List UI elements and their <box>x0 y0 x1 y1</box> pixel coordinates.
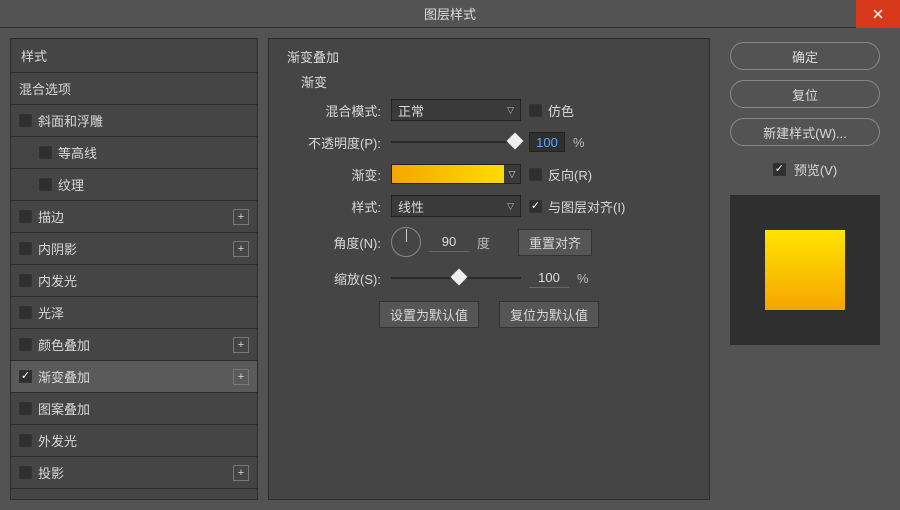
sidebar-item-label: 投影 <box>38 463 64 482</box>
style-checkbox[interactable] <box>19 210 32 223</box>
sidebar-item-9[interactable]: 图案叠加 <box>11 393 257 425</box>
preview-checkbox[interactable] <box>773 163 786 176</box>
gradient-style-value: 线性 <box>398 197 424 216</box>
gradient-swatch[interactable]: ▽ <box>391 164 521 184</box>
blend-mode-select[interactable]: 正常 ▽ <box>391 99 521 121</box>
angle-label: 角度(N): <box>287 233 391 252</box>
dither-checkbox[interactable] <box>529 104 542 117</box>
right-column: 确定 复位 新建样式(W)... 预览(V) <box>720 38 890 500</box>
style-label: 样式: <box>287 197 391 216</box>
style-checkbox[interactable] <box>19 402 32 415</box>
reset-default-button[interactable]: 复位为默认值 <box>499 301 599 328</box>
add-effect-button[interactable]: + <box>233 241 249 257</box>
sidebar-item-label: 描边 <box>38 207 64 226</box>
gradient-style-select[interactable]: 线性 ▽ <box>391 195 521 217</box>
angle-input[interactable] <box>429 232 469 252</box>
reverse-checkbox[interactable] <box>529 168 542 181</box>
percent-unit: % <box>573 135 585 150</box>
sidebar-item-label: 光泽 <box>38 303 64 322</box>
sidebar-item-label: 纹理 <box>58 175 84 194</box>
style-checkbox[interactable] <box>19 370 32 383</box>
scale-input[interactable] <box>529 268 569 288</box>
blend-mode-value: 正常 <box>398 101 424 120</box>
sidebar-item-11[interactable]: 投影 + <box>11 457 257 489</box>
preview-swatch <box>765 230 845 310</box>
close-button[interactable] <box>856 0 900 28</box>
add-effect-button[interactable]: + <box>233 465 249 481</box>
new-style-button[interactable]: 新建样式(W)... <box>730 118 880 146</box>
reset-align-button[interactable]: 重置对齐 <box>518 229 592 256</box>
opacity-label: 不透明度(P): <box>287 133 391 152</box>
chevron-down-icon: ▽ <box>507 105 514 116</box>
sidebar-item-6[interactable]: 光泽 <box>11 297 257 329</box>
style-checkbox[interactable] <box>19 242 32 255</box>
sidebar-header: 样式 <box>11 39 257 73</box>
sidebar-item-3[interactable]: 描边 + <box>11 201 257 233</box>
set-default-button[interactable]: 设置为默认值 <box>379 301 479 328</box>
add-effect-button[interactable]: + <box>233 337 249 353</box>
sidebar-item-4[interactable]: 内阴影 + <box>11 233 257 265</box>
scale-slider[interactable] <box>391 275 521 281</box>
angle-dial[interactable] <box>391 227 421 257</box>
styles-sidebar: 样式 混合选项 斜面和浮雕等高线纹理描边 + 内阴影 + 内发光光泽颜色叠加 + 渐变叠加 +… <box>10 38 258 500</box>
add-effect-button[interactable]: + <box>233 369 249 385</box>
style-checkbox[interactable] <box>19 274 32 287</box>
panel-title: 渐变叠加 <box>287 47 691 66</box>
panel-subtitle: 渐变 <box>287 72 691 91</box>
sidebar-item-label: 外发光 <box>38 431 77 450</box>
chevron-down-icon: ▽ <box>507 201 514 212</box>
close-icon <box>873 9 883 19</box>
style-checkbox[interactable] <box>19 338 32 351</box>
style-checkbox[interactable] <box>19 466 32 479</box>
ok-button[interactable]: 确定 <box>730 42 880 70</box>
sidebar-item-label: 内阴影 <box>38 239 77 258</box>
style-checkbox[interactable] <box>19 434 32 447</box>
scale-label: 缩放(S): <box>287 269 391 288</box>
angle-unit: 度 <box>477 233 490 252</box>
style-checkbox[interactable] <box>39 178 52 191</box>
preview-box <box>730 195 880 345</box>
sidebar-item-label: 渐变叠加 <box>38 367 90 386</box>
blend-mode-label: 混合模式: <box>287 101 391 120</box>
sidebar-item-8[interactable]: 渐变叠加 + <box>11 361 257 393</box>
add-effect-button[interactable]: + <box>233 209 249 225</box>
opacity-input[interactable] <box>529 132 565 152</box>
titlebar: 图层样式 <box>0 0 900 28</box>
sidebar-blending-options[interactable]: 混合选项 <box>11 73 257 105</box>
align-with-layer-checkbox[interactable] <box>529 200 542 213</box>
style-checkbox[interactable] <box>19 114 32 127</box>
align-label: 与图层对齐(I) <box>548 197 625 216</box>
reset-button[interactable]: 复位 <box>730 80 880 108</box>
sidebar-item-2[interactable]: 纹理 <box>11 169 257 201</box>
gradient-label: 渐变: <box>287 165 391 184</box>
opacity-slider[interactable] <box>391 139 521 145</box>
sidebar-item-1[interactable]: 等高线 <box>11 137 257 169</box>
style-checkbox[interactable] <box>19 306 32 319</box>
sidebar-item-label: 内发光 <box>38 271 77 290</box>
sidebar-item-label: 混合选项 <box>19 79 71 98</box>
style-checkbox[interactable] <box>39 146 52 159</box>
sidebar-item-7[interactable]: 颜色叠加 + <box>11 329 257 361</box>
main-area: 样式 混合选项 斜面和浮雕等高线纹理描边 + 内阴影 + 内发光光泽颜色叠加 + 渐变叠加 +… <box>0 28 900 510</box>
preview-label: 预览(V) <box>794 160 837 179</box>
dither-label: 仿色 <box>548 101 574 120</box>
reverse-label: 反向(R) <box>548 165 592 184</box>
window-title: 图层样式 <box>424 4 476 23</box>
sidebar-item-5[interactable]: 内发光 <box>11 265 257 297</box>
sidebar-item-label: 斜面和浮雕 <box>38 111 103 130</box>
gradient-overlay-panel: 渐变叠加 渐变 混合模式: 正常 ▽ 仿色 不透明度(P): <box>268 38 710 500</box>
sidebar-item-0[interactable]: 斜面和浮雕 <box>11 105 257 137</box>
chevron-down-icon: ▽ <box>504 165 520 183</box>
sidebar-item-label: 等高线 <box>58 143 97 162</box>
sidebar-item-label: 图案叠加 <box>38 399 90 418</box>
sidebar-item-10[interactable]: 外发光 <box>11 425 257 457</box>
sidebar-item-label: 颜色叠加 <box>38 335 90 354</box>
percent-unit: % <box>577 271 589 286</box>
